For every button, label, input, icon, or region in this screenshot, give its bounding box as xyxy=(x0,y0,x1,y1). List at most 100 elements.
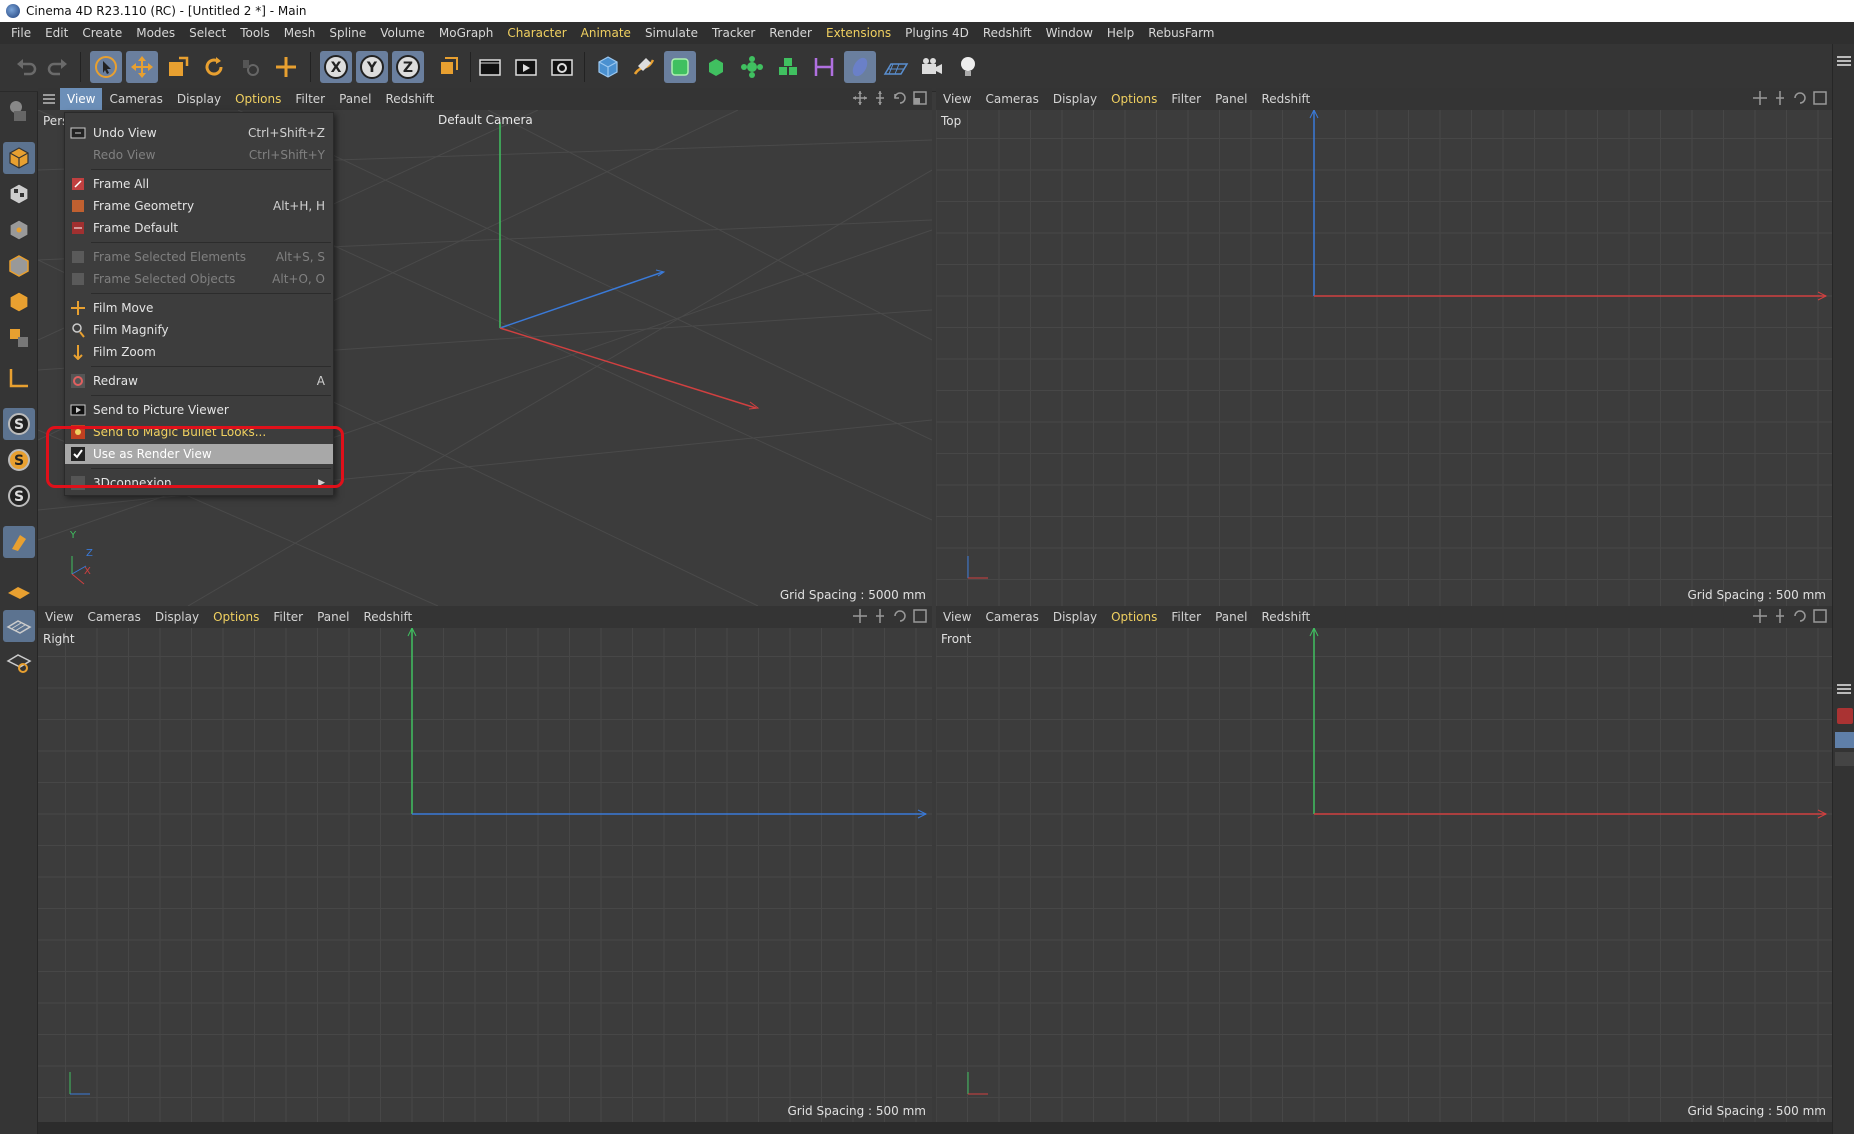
viewport-menu-cameras[interactable]: Cameras xyxy=(978,88,1045,110)
points-mode-icon[interactable] xyxy=(3,214,35,246)
viewport-menu-options[interactable]: Options xyxy=(206,606,266,628)
render-settings-icon[interactable] xyxy=(546,51,578,83)
frame-selected-elements-item[interactable]: Frame Selected Elements Alt+S, S xyxy=(65,247,333,267)
menu-create[interactable]: Create xyxy=(75,22,129,44)
viewport-menu-display[interactable]: Display xyxy=(148,606,206,628)
extrude-generator-icon[interactable] xyxy=(700,51,732,83)
frame-default-item[interactable]: Frame Default xyxy=(65,218,333,238)
viewport-menu-options[interactable]: Options xyxy=(228,88,288,110)
model-mode-icon[interactable] xyxy=(3,142,35,174)
frame-all-item[interactable]: Frame All xyxy=(65,174,333,194)
viewport-menu-view[interactable]: View xyxy=(38,606,80,628)
menu-extensions[interactable]: Extensions xyxy=(819,22,898,44)
light-object-icon[interactable] xyxy=(952,51,984,83)
menu-edit[interactable]: Edit xyxy=(38,22,75,44)
viewport-menu-cameras[interactable]: Cameras xyxy=(80,606,147,628)
frame-selected-objects-item[interactable]: Frame Selected Objects Alt+O, O xyxy=(65,269,333,289)
planar-workplane-icon[interactable] xyxy=(3,646,35,678)
film-zoom-item[interactable]: Film Zoom xyxy=(65,342,333,362)
film-move-item[interactable]: Film Move xyxy=(65,298,333,318)
viewport-menu-redshift[interactable]: Redshift xyxy=(378,88,441,110)
zoom-view-icon[interactable] xyxy=(872,608,888,624)
live-selection-icon[interactable] xyxy=(234,51,266,83)
timeline-ruler[interactable] xyxy=(38,1122,1832,1134)
menu-spline[interactable]: Spline xyxy=(322,22,373,44)
viewport-menu-panel[interactable]: Panel xyxy=(332,88,378,110)
send-to-picture-viewer-item[interactable]: Send to Picture Viewer xyxy=(65,400,333,420)
menu-select[interactable]: Select xyxy=(182,22,233,44)
viewport-menu-panel[interactable]: Panel xyxy=(310,606,356,628)
move-tool-icon[interactable] xyxy=(126,51,158,83)
viewport-menu-panel[interactable]: Panel xyxy=(1208,88,1254,110)
pan-view-icon[interactable] xyxy=(852,90,868,106)
viewport-menu-options[interactable]: Options xyxy=(1104,88,1164,110)
viewport-menu-filter[interactable]: Filter xyxy=(1164,88,1208,110)
menu-file[interactable]: File xyxy=(4,22,38,44)
zoom-view-icon[interactable] xyxy=(1772,608,1788,624)
mograph-fracture-icon[interactable] xyxy=(772,51,804,83)
viewport-menu-redshift[interactable]: Redshift xyxy=(1254,606,1317,628)
pen-spline-icon[interactable] xyxy=(628,51,660,83)
subdivision-surface-icon[interactable] xyxy=(664,51,696,83)
pan-view-icon[interactable] xyxy=(852,608,868,624)
panel-menu-icon[interactable] xyxy=(1837,56,1851,58)
maximize-view-icon[interactable] xyxy=(912,90,928,106)
menu-plugins-4d[interactable]: Plugins 4D xyxy=(898,22,976,44)
rotate-view-icon[interactable] xyxy=(1792,90,1808,106)
redo-view-item[interactable]: Redo View Ctrl+Shift+Y xyxy=(65,145,333,165)
workplane-icon[interactable] xyxy=(3,574,35,606)
pan-view-icon[interactable] xyxy=(1752,90,1768,106)
right-viewport[interactable]: View Cameras Display Options Filter Panel Reds… xyxy=(38,606,932,1122)
attributes-tab-icon[interactable] xyxy=(1837,708,1853,724)
y-axis-lock-icon[interactable]: Y xyxy=(356,51,388,83)
viewport-menu-cameras[interactable]: Cameras xyxy=(978,606,1045,628)
edges-mode-icon[interactable] xyxy=(3,250,35,282)
menu-render[interactable]: Render xyxy=(762,22,819,44)
viewport-menu-filter[interactable]: Filter xyxy=(266,606,310,628)
viewport-menu-panel[interactable]: Panel xyxy=(1208,606,1254,628)
redraw-item[interactable]: Redraw A xyxy=(65,371,333,391)
make-editable-icon[interactable] xyxy=(3,94,35,126)
menu-volume[interactable]: Volume xyxy=(373,22,432,44)
select-cursor-icon[interactable] xyxy=(90,51,122,83)
redo-icon[interactable] xyxy=(42,51,74,83)
texture-mode-icon[interactable] xyxy=(3,178,35,210)
menu-mograph[interactable]: MoGraph xyxy=(432,22,501,44)
viewport-menu-display[interactable]: Display xyxy=(1046,606,1104,628)
pan-view-icon[interactable] xyxy=(1752,608,1768,624)
render-view-icon[interactable] xyxy=(474,51,506,83)
polygons-mode-icon[interactable] xyxy=(3,286,35,318)
deformer-icon[interactable] xyxy=(808,51,840,83)
rotate-tool-icon[interactable] xyxy=(198,51,230,83)
coordinate-system-icon[interactable] xyxy=(432,51,464,83)
scale-tool-icon[interactable] xyxy=(162,51,194,83)
attributes-menu-icon[interactable] xyxy=(1837,684,1851,686)
cloner-icon[interactable] xyxy=(736,51,768,83)
menu-character[interactable]: Character xyxy=(500,22,573,44)
rotate-view-icon[interactable] xyxy=(892,90,908,106)
viewport-menu-redshift[interactable]: Redshift xyxy=(1254,88,1317,110)
transform-tool-icon[interactable] xyxy=(270,51,302,83)
project-tab[interactable] xyxy=(1835,732,1854,748)
undo-view-item[interactable]: Undo View Ctrl+Shift+Z xyxy=(65,123,333,143)
z-axis-lock-icon[interactable]: Z xyxy=(392,51,424,83)
menu-redshift[interactable]: Redshift xyxy=(976,22,1039,44)
settings-tab[interactable] xyxy=(1835,752,1854,766)
snapping-icon[interactable]: S xyxy=(3,408,35,440)
floor-environment-icon[interactable] xyxy=(880,51,912,83)
viewport-menu-view[interactable]: View xyxy=(60,88,103,110)
menu-rebusfarm[interactable]: RebusFarm xyxy=(1141,22,1221,44)
viewport-menu-display[interactable]: Display xyxy=(1046,88,1104,110)
top-viewport[interactable]: View Cameras Display Options Filter Panel Reds… xyxy=(936,88,1832,606)
undo-icon[interactable] xyxy=(10,51,42,83)
viewport-menu-options[interactable]: Options xyxy=(1104,606,1164,628)
render-picture-viewer-icon[interactable] xyxy=(510,51,542,83)
zoom-view-icon[interactable] xyxy=(1772,90,1788,106)
tweak-mode-icon[interactable] xyxy=(3,526,35,558)
viewport-menu-icon[interactable] xyxy=(38,88,60,110)
menu-modes[interactable]: Modes xyxy=(129,22,182,44)
viewport-menu-redshift[interactable]: Redshift xyxy=(356,606,419,628)
viewport-menu-filter[interactable]: Filter xyxy=(288,88,332,110)
film-magnify-item[interactable]: Film Magnify xyxy=(65,320,333,340)
viewport-menu-view[interactable]: View xyxy=(936,606,978,628)
